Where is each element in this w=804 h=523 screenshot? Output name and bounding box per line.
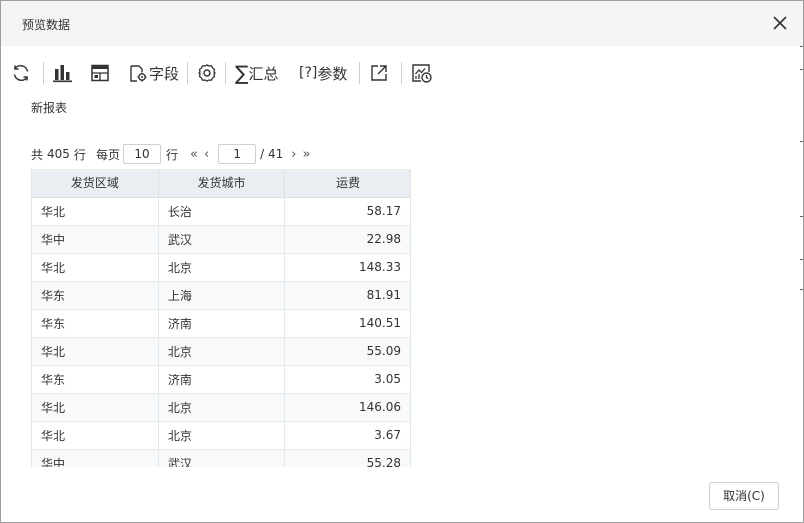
cell-region: 华北 [32,253,159,282]
table-row: 华北 长治 58.17 [32,197,410,226]
cell-city: 北京 [158,253,286,282]
toolbar-separator [359,62,360,84]
gear-icon [198,64,216,82]
cell-freight: 3.67 [284,421,410,450]
field-button[interactable]: 字段 [128,57,179,89]
table-row: 华北 北京 146.06 [32,393,410,422]
cell-freight: 58.17 [284,197,410,226]
table-row: 华北 北京 3.67 [32,421,410,450]
field-button-label: 字段 [149,64,180,83]
data-table: 发货区域 发货城市 运费 华北 长治 58.17 华中 武汉 22.98 华北 [32,169,410,467]
toolbar-separator [401,62,402,84]
table-row: 华东 济南 3.05 [32,365,410,394]
edge-mark [800,216,803,217]
close-icon [773,16,787,30]
current-page-input[interactable]: 1 [218,144,257,164]
table-row: 华北 北京 55.09 [32,337,410,366]
cell-city: 上海 [158,281,286,310]
table-layout-icon [91,64,109,82]
edge-mark [800,289,803,290]
total-pages: / 41 [260,147,284,161]
cell-region: 华北 [32,393,159,422]
cell-freight: 148.33 [284,253,410,282]
cell-city: 武汉 [158,225,286,254]
cell-region: 华北 [32,421,159,450]
cell-city: 济南 [158,309,286,338]
cell-region: 华东 [32,281,159,310]
cell-freight: 3.05 [284,365,410,394]
refresh-button[interactable] [11,57,31,89]
parameter-icon: [?] [299,65,318,81]
export-button[interactable] [369,57,389,89]
dialog-title: 预览数据 [22,18,71,32]
cell-city: 武汉 [158,449,286,467]
table-view-button[interactable] [90,57,110,89]
cell-freight: 22.98 [284,225,410,254]
table-row: 华东 上海 81.91 [32,281,410,310]
settings-button[interactable] [197,57,217,89]
field-settings-icon [130,65,147,82]
cell-region: 华东 [32,365,159,394]
per-page-suffix: 行 [165,147,178,162]
refresh-icon [13,64,29,82]
cell-region: 华中 [32,225,159,254]
toolbar: 字段 ∑ 汇总 [?] 参数 [1,57,803,89]
cell-region: 华中 [32,449,159,467]
table-row: 华北 北京 148.33 [32,253,410,282]
edge-mark [800,259,803,260]
summary-button[interactable]: ∑ 汇总 [235,57,279,89]
toolbar-separator [225,62,226,84]
cell-region: 华北 [32,197,159,226]
cell-city: 北京 [158,393,286,422]
edge-mark [800,46,803,47]
total-suffix: 行 [73,147,86,162]
parameter-button-label: 参数 [317,64,348,83]
parameter-button[interactable]: [?] 参数 [299,57,347,89]
close-button[interactable] [771,14,789,32]
sigma-icon: ∑ [235,61,249,85]
last-page-button[interactable]: » [302,147,310,162]
next-page-button[interactable]: › [291,147,296,162]
cell-freight: 81.91 [284,281,410,310]
table-row: 华东 济南 140.51 [32,309,410,338]
chart-clock-icon [412,64,432,83]
cell-freight: 55.09 [284,337,410,366]
cancel-button[interactable]: 取消(C) [709,482,779,510]
edge-mark [800,141,803,142]
prev-page-button[interactable]: ‹ [204,147,209,162]
column-header-city[interactable]: 发货城市 [158,169,286,198]
toolbar-separator [43,62,44,84]
cell-freight: 55.28 [284,449,410,467]
cell-freight: 146.06 [284,393,410,422]
toolbar-separator [187,62,188,84]
external-link-icon [371,65,387,81]
pagination-bar: 共 405 行 每页 10 行 « ‹ 1 / 41 › » [31,144,310,164]
cell-freight: 140.51 [284,309,410,338]
cell-region: 华东 [32,309,159,338]
cell-city: 北京 [158,337,286,366]
table-row: 华中 武汉 55.28 [32,449,410,467]
dialog-titlebar: 预览数据 [1,1,803,46]
total-rows: 405 [47,147,70,161]
total-prefix: 共 [31,147,44,162]
first-page-button[interactable]: « [190,147,198,162]
per-page-prefix: 每页 [95,147,120,162]
data-table-scroll[interactable]: 发货区域 发货城市 运费 华北 长治 58.17 华中 武汉 22.98 华北 [31,169,411,467]
bar-chart-icon [53,65,72,83]
page-size-input[interactable]: 10 [122,144,161,164]
table-header-row: 发货区域 发货城市 运费 [32,169,410,198]
chart-history-button[interactable] [411,57,433,89]
column-header-region[interactable]: 发货区域 [32,169,159,198]
preview-data-dialog: 预览数据 字段 ∑ 汇总 [?] 参数 新报表 共 405 行 每页 10 行 … [0,0,804,523]
cell-region: 华北 [32,337,159,366]
column-header-freight[interactable]: 运费 [284,169,410,198]
cell-city: 济南 [158,365,286,394]
cell-city: 长治 [158,197,286,226]
report-name: 新报表 [31,101,68,115]
edge-mark [800,69,803,70]
chart-button[interactable] [52,57,74,89]
cell-city: 北京 [158,421,286,450]
table-row: 华中 武汉 22.98 [32,225,410,254]
summary-button-label: 汇总 [248,64,279,83]
